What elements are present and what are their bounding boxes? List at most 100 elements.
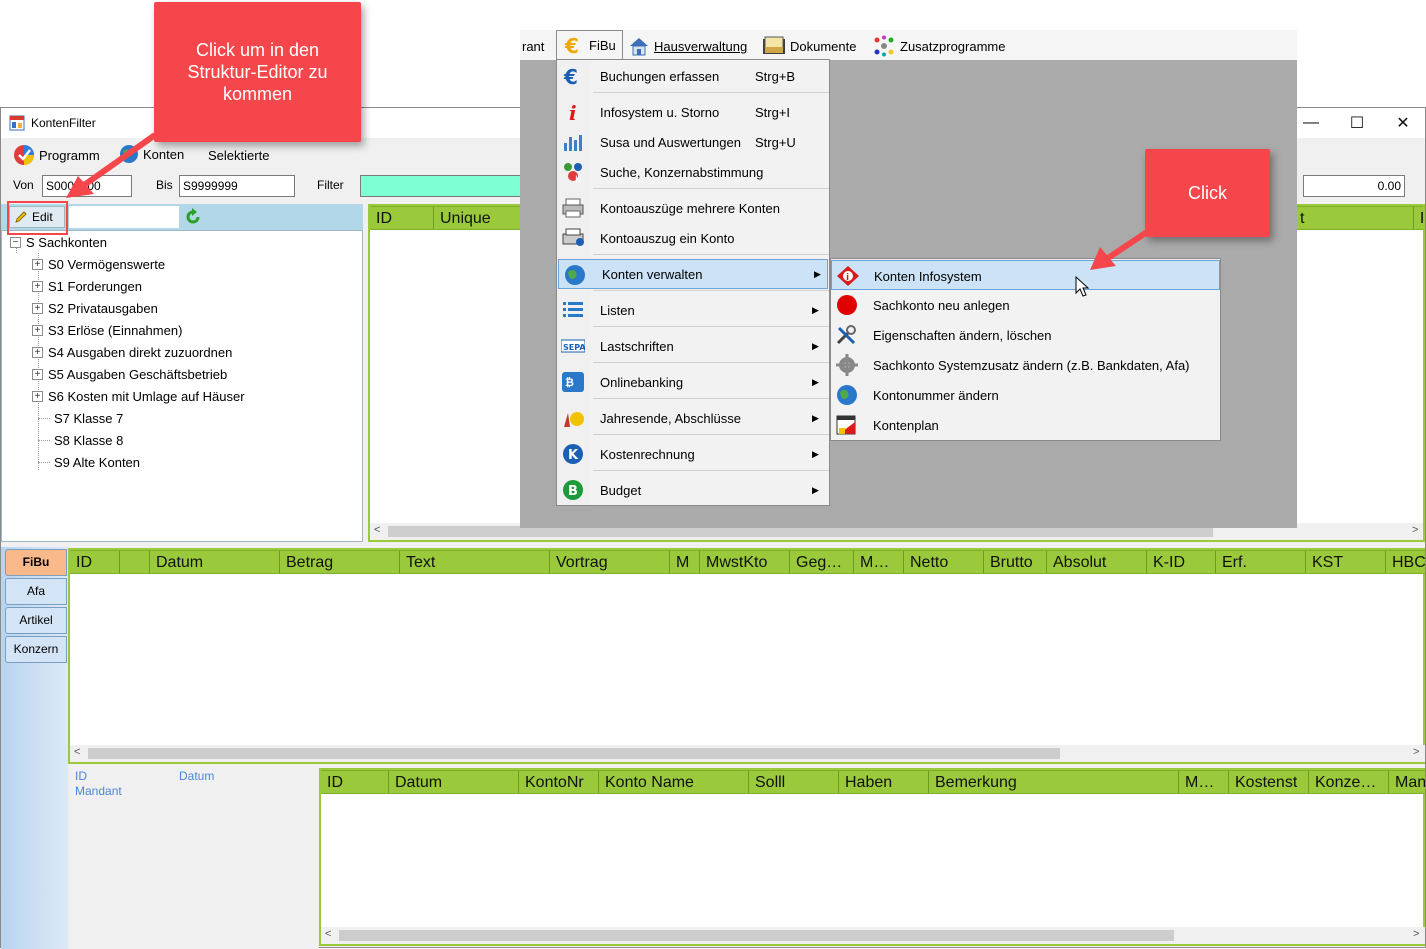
expand-icon[interactable]: + <box>32 259 43 270</box>
fibu-menu-item[interactable]: Kontoauszüge mehrere Konten <box>557 193 829 223</box>
col-konzern[interactable]: Konze… <box>1309 771 1389 793</box>
tree-node[interactable]: S9 Alte Konten <box>32 455 140 470</box>
bookings-hscroll[interactable]: < > <box>70 745 1425 762</box>
fibu-menu-item[interactable]: Jahresende, Abschlüsse ▶ <box>557 403 829 433</box>
col-m[interactable]: M <box>670 551 700 573</box>
refresh-icon[interactable] <box>184 208 202 226</box>
col-netto[interactable]: Netto <box>904 551 984 573</box>
fibu-menu-item[interactable]: Listen ▶ <box>557 295 829 325</box>
expand-icon[interactable]: + <box>32 303 43 314</box>
konten-submenu-item[interactable]: i Konten Infosystem <box>831 260 1220 290</box>
col-konto-name[interactable]: Konto Name <box>599 771 749 793</box>
tree-node[interactable]: + S6 Kosten mit Umlage auf Häuser <box>32 389 245 404</box>
tree-node[interactable]: + S1 Forderungen <box>32 279 142 294</box>
col-unique[interactable]: Unique <box>434 207 524 229</box>
expand-icon[interactable]: + <box>32 369 43 380</box>
tree-node[interactable]: S8 Klasse 8 <box>32 433 123 448</box>
fibu-menu-item[interactable]: SEPA Lastschriften ▶ <box>557 331 829 361</box>
tree-root[interactable]: − S Sachkonten <box>10 235 107 250</box>
tab-konzern[interactable]: Konzern <box>5 636 67 663</box>
tree-search-input[interactable] <box>69 206 179 228</box>
fibu-menu-item-label: Infosystem u. Storno <box>600 104 720 120</box>
collapse-icon[interactable]: − <box>10 237 21 248</box>
von-input[interactable]: S0000000 <box>42 175 132 197</box>
fibu-menu-item[interactable]: B Budget ▶ <box>557 475 829 505</box>
fibu-menu-item[interactable]: i Infosystem u. Storno Strg+I <box>557 97 829 127</box>
col-geg[interactable]: Geg… <box>790 551 854 573</box>
expand-icon[interactable]: + <box>32 391 43 402</box>
fibu-menu-item[interactable]: Kontoauszug ein Konto <box>557 223 829 253</box>
menu-programm[interactable]: Programm <box>13 144 100 166</box>
col-id[interactable]: ID <box>321 771 389 793</box>
menu-zusatzprogramme[interactable]: Zusatzprogramme <box>872 33 1005 59</box>
col-vortrag[interactable]: Vortrag <box>550 551 670 573</box>
menu-mandant-partial[interactable]: rant <box>522 33 544 59</box>
col-kostenst[interactable]: Kostenst <box>1229 771 1309 793</box>
col-datum[interactable]: Datum <box>389 771 519 793</box>
fibu-menu-item[interactable]: Konten verwalten ▶ <box>558 259 828 289</box>
fibu-menu-item[interactable]: € Buchungen erfassen Strg+B <box>557 61 829 91</box>
col-text[interactable]: Text <box>400 551 550 573</box>
col-hbc[interactable]: HBC <box>1386 551 1425 573</box>
col-soll[interactable]: Solll <box>749 771 839 793</box>
close-button[interactable]: ✕ <box>1380 108 1426 138</box>
euro-icon: € <box>563 35 585 57</box>
detail-datum-label: Datum <box>179 769 215 783</box>
tab-artikel[interactable]: Artikel <box>5 607 67 634</box>
bis-input[interactable]: S9999999 <box>179 175 295 197</box>
fibu-menu-item[interactable]: ₿ Onlinebanking ▶ <box>557 367 829 397</box>
von-label: Von <box>13 178 34 192</box>
menu-zusatzprogramme-label: Zusatzprogramme <box>900 38 1006 54</box>
col-erf[interactable]: Erf. <box>1216 551 1306 573</box>
col-absolut[interactable]: Absolut <box>1047 551 1147 573</box>
col-kontonr[interactable]: KontoNr <box>519 771 599 793</box>
col-m[interactable]: M… <box>1179 771 1229 793</box>
konten-submenu-item[interactable]: Kontenplan <box>831 410 1220 440</box>
tree-node[interactable]: + S0 Vermögenswerte <box>32 257 165 272</box>
tree-node[interactable]: + S5 Ausgaben Geschäftsbetrieb <box>32 367 227 382</box>
col-bemerkung[interactable]: Bemerkung <box>929 771 1179 793</box>
col-m2[interactable]: M… <box>854 551 904 573</box>
col-brutto[interactable]: Brutto <box>984 551 1047 573</box>
menu-dokumente[interactable]: Dokumente <box>762 33 856 59</box>
tree-node[interactable]: S7 Klasse 7 <box>32 411 123 426</box>
col-mwstkto[interactable]: MwstKto <box>700 551 790 573</box>
col-kst[interactable]: KST <box>1306 551 1386 573</box>
tree-node-label: S7 Klasse 7 <box>54 411 124 426</box>
col-id[interactable]: ID <box>370 207 434 229</box>
konten-submenu-item[interactable]: Sachkonto Systemzusatz ändern (z.B. Bank… <box>831 350 1220 380</box>
menu-hausverwaltung[interactable]: Hausverwaltung <box>628 33 747 59</box>
fibu-menu-item[interactable]: K Suche, Konzernabstimmung <box>557 157 829 187</box>
expand-icon[interactable]: + <box>32 325 43 336</box>
tab-afa[interactable]: Afa <box>5 578 67 605</box>
col-f[interactable]: F <box>1414 207 1423 229</box>
col-id[interactable]: ID <box>70 551 120 573</box>
konten-submenu-item[interactable]: Kontonummer ändern <box>831 380 1220 410</box>
menu-separator <box>593 362 829 363</box>
fibu-menu-item[interactable]: K Kostenrechnung ▶ <box>557 439 829 469</box>
fibu-menu-item[interactable]: Susa und Auswertungen Strg+U <box>557 127 829 157</box>
expand-icon[interactable]: + <box>32 347 43 358</box>
col-man[interactable]: Man <box>1389 771 1425 793</box>
col-kid[interactable]: K-ID <box>1147 551 1216 573</box>
filter-input[interactable] <box>360 175 530 197</box>
tree-node[interactable]: + S4 Ausgaben direkt zuzuordnen <box>32 345 232 360</box>
konten-submenu-item[interactable]: Sachkonto neu anlegen <box>831 290 1220 320</box>
konten-submenu-item[interactable]: Eigenschaften ändern, löschen <box>831 320 1220 350</box>
menu-konten[interactable]: Konten <box>119 144 184 164</box>
maximize-button[interactable]: ☐ <box>1334 108 1380 138</box>
menu-fibu[interactable]: € FiBu <box>556 30 623 60</box>
tab-fibu[interactable]: FiBu <box>5 549 67 576</box>
col-datum[interactable]: Datum <box>150 551 280 573</box>
expand-icon[interactable]: + <box>32 281 43 292</box>
submenu-arrow-icon: ▶ <box>814 268 821 279</box>
amount-field[interactable]: 0.00 <box>1303 175 1405 197</box>
col-haben[interactable]: Haben <box>839 771 929 793</box>
col-flag[interactable] <box>120 551 150 573</box>
tree-node[interactable]: + S2 Privatausgaben <box>32 301 158 316</box>
col-betrag[interactable]: Betrag <box>280 551 400 573</box>
menu-selektierte[interactable]: Selektierte <box>208 148 269 163</box>
journal-hscroll[interactable]: < > <box>321 927 1425 944</box>
col-t[interactable]: t <box>1294 207 1414 229</box>
tree-node[interactable]: + S3 Erlöse (Einnahmen) <box>32 323 182 338</box>
